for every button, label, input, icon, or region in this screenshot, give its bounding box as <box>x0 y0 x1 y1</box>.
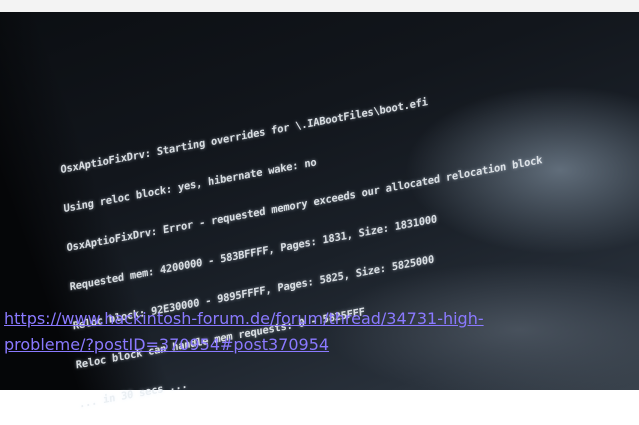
source-link-line-2: probleme/?postID=370954#post370954 <box>4 335 330 354</box>
source-link-line-1: https://www.hackintosh-forum.de/forum/th… <box>4 309 484 328</box>
source-link[interactable]: https://www.hackintosh-forum.de/forum/th… <box>4 306 636 358</box>
top-border <box>0 0 639 12</box>
